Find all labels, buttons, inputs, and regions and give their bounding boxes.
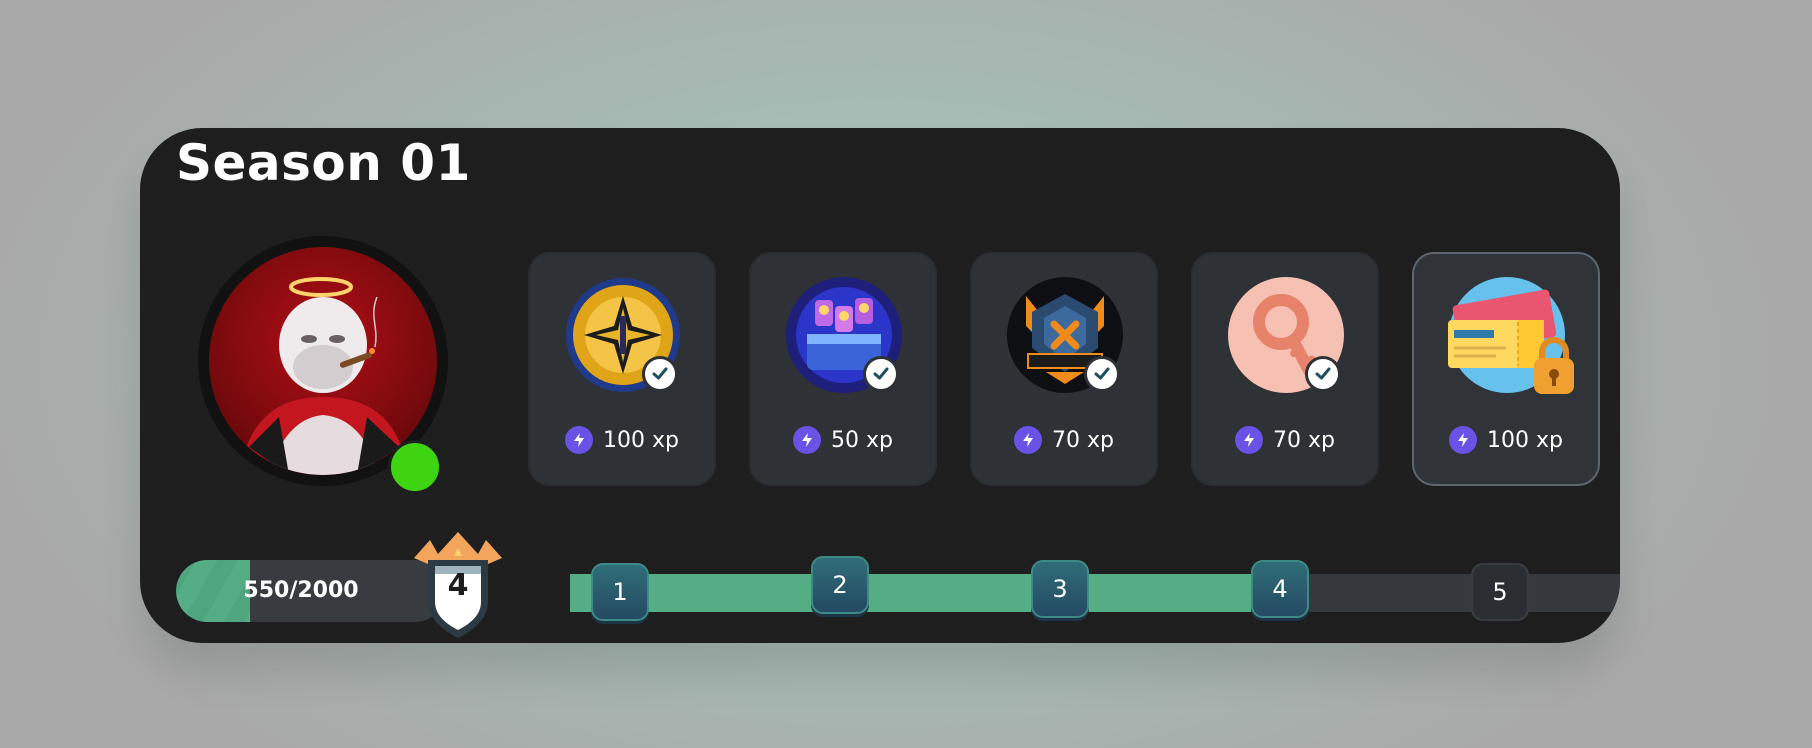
level-node-1[interactable]: 1	[591, 563, 649, 621]
claimed-check-icon	[1084, 356, 1120, 392]
level-node-4[interactable]: 4	[1251, 560, 1309, 618]
level-node-5[interactable]: 5	[1471, 563, 1529, 621]
avatar-image	[209, 247, 437, 475]
reward-card-2[interactable]: 50 xp	[749, 252, 937, 486]
level-track	[570, 574, 1620, 612]
page-background: Season 01 100 xp 50 xp 70 xp 70 xp 100 x…	[0, 0, 1812, 748]
level-track-fill	[570, 574, 1280, 612]
level-number: 4	[447, 568, 469, 603]
claimed-check-icon	[1305, 356, 1341, 392]
reward-card-5-locked[interactable]: 100 xp	[1412, 252, 1600, 486]
xp-bolt-icon	[793, 426, 821, 454]
reward-xp: 70 xp	[972, 422, 1156, 458]
claimed-check-icon	[642, 356, 678, 392]
xp-bolt-icon	[1235, 426, 1263, 454]
reward-card-4[interactable]: 70 xp	[1191, 252, 1379, 486]
season-title: Season 01	[176, 134, 471, 192]
reward-card-1[interactable]: 100 xp	[528, 252, 716, 486]
online-status-indicator	[388, 440, 442, 494]
reward-xp: 100 xp	[1414, 422, 1598, 458]
reward-xp: 100 xp	[530, 422, 714, 458]
level-shield-badge: 4	[408, 530, 508, 640]
xp-progress-bar: 550/2000	[176, 560, 446, 622]
reward-xp-label: 70 xp	[1052, 427, 1114, 453]
reward-xp-label: 50 xp	[831, 427, 893, 453]
season-card: Season 01 100 xp 50 xp 70 xp 70 xp 100 x…	[140, 128, 1620, 643]
level-node-label: 4	[1272, 575, 1288, 603]
claimed-check-icon	[863, 356, 899, 392]
xp-bolt-icon	[1449, 426, 1478, 454]
level-node-3[interactable]: 3	[1031, 560, 1089, 618]
xp-bolt-icon	[565, 426, 594, 454]
reward-xp-label: 70 xp	[1273, 427, 1335, 453]
reward-xp-label: 100 xp	[1487, 427, 1563, 453]
xp-bolt-icon	[1014, 426, 1042, 454]
level-node-2[interactable]: 2	[811, 556, 869, 614]
level-node-label: 3	[1052, 575, 1068, 603]
level-node-label: 2	[832, 571, 848, 599]
xp-progress-label: 550/2000	[243, 578, 359, 603]
reward-xp-label: 100 xp	[603, 427, 679, 453]
level-node-label: 1	[612, 578, 628, 606]
level-node-label: 5	[1492, 578, 1508, 606]
reward-xp: 50 xp	[751, 422, 935, 458]
reward-card-3[interactable]: 70 xp	[970, 252, 1158, 486]
ticket-icon	[1448, 276, 1574, 394]
reward-xp: 70 xp	[1193, 422, 1377, 458]
